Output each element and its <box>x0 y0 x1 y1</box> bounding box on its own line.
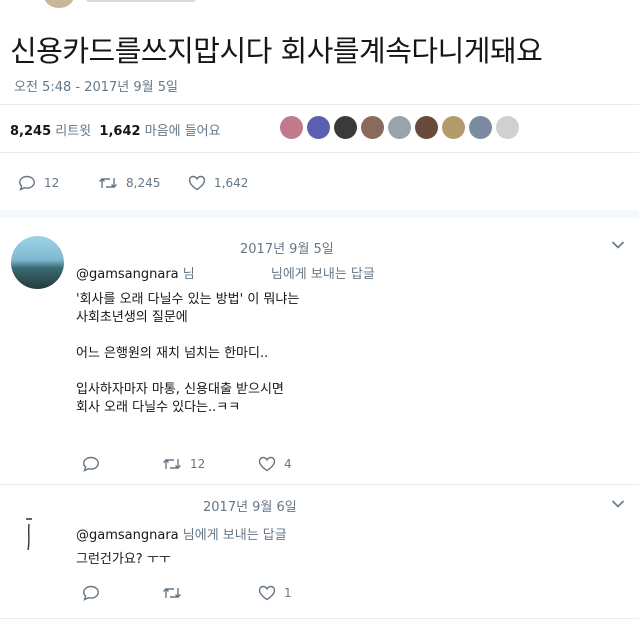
section-divider <box>0 210 639 218</box>
like-button[interactable]: 4 <box>258 456 292 472</box>
reply-icon <box>82 456 100 472</box>
reply-to-text: 님에게 보내는 답글 <box>182 528 287 543</box>
retweet-button[interactable]: 8,245 <box>98 175 188 191</box>
retweet-button[interactable]: 12 <box>162 456 258 472</box>
like-count: 4 <box>284 457 292 471</box>
liker-avatar[interactable] <box>307 116 330 139</box>
liker-avatar[interactable] <box>469 116 492 139</box>
like-action-count: 1,642 <box>214 176 249 190</box>
divider <box>0 618 639 619</box>
liker-avatar[interactable] <box>442 116 465 139</box>
reply-handle[interactable]: @gamsangnara <box>76 528 179 543</box>
reply-to-line: @gamsangnara 님에게 보내는 답글 <box>76 524 287 543</box>
like-count: 1 <box>284 586 292 600</box>
retweet-button[interactable] <box>162 585 258 601</box>
author-name[interactable] <box>86 0 196 2</box>
tweet-actions: 12 8,245 1,642 <box>18 175 248 191</box>
chevron-down-icon[interactable] <box>611 240 625 250</box>
reply-to-line: @gamsangnara 님 님에게 보내는 답글 <box>76 263 375 282</box>
divider <box>0 152 639 153</box>
reply-date[interactable]: 2017년 9월 5일 <box>240 238 334 257</box>
liker-avatar[interactable] <box>334 116 357 139</box>
retweet-label[interactable]: 리트윗 <box>55 124 91 139</box>
heart-icon <box>258 585 276 601</box>
liker-avatar[interactable] <box>280 116 303 139</box>
like-button[interactable]: 1,642 <box>188 175 248 191</box>
reply-handle-suffix: 님 <box>182 267 195 282</box>
retweet-icon <box>163 459 181 469</box>
reply-button[interactable] <box>82 456 162 472</box>
tweet-text: 신용카드를쓰지맙시다 회사를계속다니게돼요 <box>10 34 543 68</box>
liker-avatar[interactable] <box>415 116 438 139</box>
reply-count: 12 <box>44 176 60 190</box>
liker-avatar[interactable] <box>496 116 519 139</box>
reply-text: 그런건가요? ㅜㅜ <box>76 552 171 567</box>
reply-avatar[interactable] <box>11 236 64 289</box>
reply-to-text: 님에게 보내는 답글 <box>270 267 375 282</box>
author-avatar[interactable] <box>44 0 74 8</box>
likers-avatars <box>280 116 519 139</box>
retweet-icon <box>163 588 181 598</box>
reply-avatar[interactable] <box>22 516 36 552</box>
reply-actions: 1 <box>82 585 292 601</box>
liker-avatar[interactable] <box>361 116 384 139</box>
heart-icon <box>188 175 206 191</box>
like-label[interactable]: 마음에 들어요 <box>145 124 221 139</box>
reply-icon <box>82 585 100 601</box>
reply-button[interactable]: 12 <box>18 175 98 191</box>
like-button[interactable]: 1 <box>258 585 292 601</box>
tweet-timestamp[interactable]: 오전 5:48 - 2017년 9월 5일 <box>14 76 178 95</box>
reply-date[interactable]: 2017년 9월 6일 <box>203 496 297 515</box>
reply-icon <box>18 175 36 191</box>
divider <box>0 104 639 105</box>
reply-handle[interactable]: @gamsangnara <box>76 267 179 282</box>
retweet-icon <box>99 178 117 188</box>
reply-button[interactable] <box>82 585 162 601</box>
reply-text: '회사를 오래 다닐수 있는 방법' 이 뭐냐는 사회초년생의 질문에 어느 은… <box>76 292 300 415</box>
retweet-action-count: 8,245 <box>126 176 161 190</box>
like-count[interactable]: 1,642 <box>99 124 140 139</box>
liker-avatar[interactable] <box>388 116 411 139</box>
divider <box>0 484 639 485</box>
retweet-count[interactable]: 8,245 <box>10 124 51 139</box>
retweet-count: 12 <box>190 457 206 471</box>
tweet-stats: 8,245 리트윗 1,642 마음에 들어요 <box>10 120 221 139</box>
reply-actions: 12 4 <box>82 456 292 472</box>
chevron-down-icon[interactable] <box>611 499 625 509</box>
heart-icon <box>258 456 276 472</box>
